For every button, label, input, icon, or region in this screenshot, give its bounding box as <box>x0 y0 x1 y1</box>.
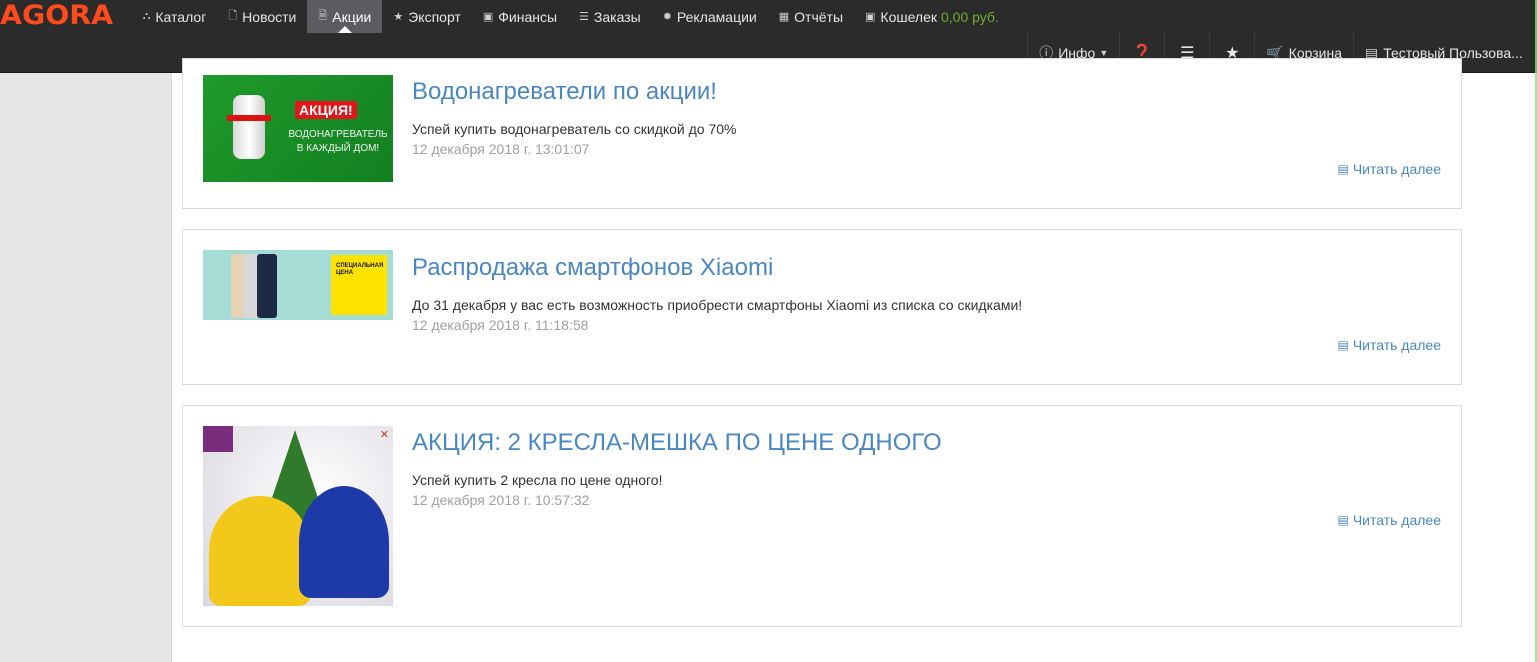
wallet-balance: 0,00 руб. <box>941 8 999 25</box>
blue-beanbag-graphic <box>299 486 389 598</box>
read-more-link[interactable]: ▤ Читать далее <box>1337 337 1441 353</box>
table-icon: ▦ <box>778 11 790 23</box>
list-icon: ☰ <box>579 11 589 23</box>
wallet-icon: ▣ <box>865 11 876 23</box>
money-icon: ▣ <box>482 11 494 23</box>
read-more-label: Читать далее <box>1352 512 1441 528</box>
logo[interactable]: AGORA <box>0 4 113 30</box>
nav-finance-label: Финансы <box>498 8 558 25</box>
promo-card: ✕ АКЦИЯ: 2 КРЕСЛА-МЕШКА ПО ЦЕНЕ ОДНОГО У… <box>182 405 1462 627</box>
main-menu: AGORA ⛬ Каталог 🗋 Новости 🗎 Акции ★ Эксп… <box>0 0 1010 33</box>
nav-export[interactable]: ★ Экспорт <box>382 0 471 33</box>
nav-catalog-label: Каталог <box>155 8 207 25</box>
list-alt-icon: ▤ <box>1337 162 1349 176</box>
caret-down-icon: ▼ <box>1099 48 1109 58</box>
promo-image[interactable]: ✕ <box>203 426 393 606</box>
nav-wallet-label: Кошелек <box>880 8 937 25</box>
close-icon: ✕ <box>379 429 389 441</box>
promo-image[interactable]: СПЕЦИАЛЬНАЯ ЦЕНА <box>203 250 393 320</box>
nav-reports[interactable]: ▦ Отчёты <box>768 0 854 33</box>
promo-badge: АКЦИЯ! <box>295 101 357 119</box>
nav-promotions-label: Акции <box>332 8 372 25</box>
promo-card: АКЦИЯ! ВОДОНАГРЕВАТЕЛЬ В КАЖДЫЙ ДОМ! Вод… <box>182 58 1462 209</box>
image-caption-line2: В КАЖДЫЙ ДОМ! <box>296 143 380 154</box>
nav-finance[interactable]: ▣ Финансы <box>472 0 568 33</box>
promo-date: 12 декабря 2018 г. 11:18:58 <box>412 317 589 333</box>
nav-orders-label: Заказы <box>593 8 641 25</box>
nav-promotions[interactable]: 🗎 Акции <box>307 0 383 33</box>
yellow-beanbag-graphic <box>209 496 311 606</box>
nav-catalog[interactable]: ⛬ Каталог <box>132 0 218 33</box>
nav-export-label: Экспорт <box>408 8 461 25</box>
phone-graphic <box>257 254 277 318</box>
read-more-link[interactable]: ▤ Читать далее <box>1337 512 1441 528</box>
nav-reports-label: Отчёты <box>794 8 844 25</box>
nav-wallet[interactable]: ▣ Кошелек 0,00 руб. <box>854 0 1010 33</box>
left-sidebar <box>0 73 172 662</box>
list-alt-icon: ▤ <box>1337 513 1349 527</box>
promo-date: 12 декабря 2018 г. 13:01:07 <box>412 141 590 157</box>
star-icon: ★ <box>393 11 404 23</box>
read-more-link[interactable]: ▤ Читать далее <box>1337 161 1441 177</box>
decoration-graphic <box>203 426 233 452</box>
nav-claims[interactable]: ✹ Рекламации <box>652 0 768 33</box>
special-price-graphic: СПЕЦИАЛЬНАЯ ЦЕНА <box>331 255 387 315</box>
nav-news[interactable]: 🗋 Новости <box>217 0 307 33</box>
ribbon-graphic <box>227 115 271 121</box>
promo-date: 12 декабря 2018 г. 10:57:32 <box>412 492 590 508</box>
sitemap-icon: ⛬ <box>142 10 151 22</box>
water-heater-graphic <box>233 95 265 159</box>
nav-news-label: Новости <box>242 8 297 25</box>
read-more-label: Читать далее <box>1352 161 1441 177</box>
promo-description: Успей купить водонагреватель со скидкой … <box>412 121 737 137</box>
image-caption-line1: СПЕЦИАЛЬНАЯ <box>336 263 384 269</box>
promo-card: СПЕЦИАЛЬНАЯ ЦЕНА Распродажа смартфонов X… <box>182 229 1462 385</box>
read-more-label: Читать далее <box>1352 337 1441 353</box>
promo-title[interactable]: Распродажа смартфонов Xiaomi <box>412 254 773 282</box>
list-alt-icon: ▤ <box>1337 338 1349 352</box>
promo-image[interactable]: АКЦИЯ! ВОДОНАГРЕВАТЕЛЬ В КАЖДЫЙ ДОМ! <box>203 75 393 182</box>
promo-description: До 31 декабря у вас есть возможность при… <box>412 297 1023 313</box>
file-icon: 🗋 <box>228 10 238 22</box>
nav-claims-label: Рекламации <box>676 8 757 25</box>
promo-title[interactable]: АКЦИЯ: 2 КРЕСЛА-МЕШКА ПО ЦЕНЕ ОДНОГО <box>412 429 942 457</box>
promo-title[interactable]: Водонагреватели по акции! <box>412 78 717 106</box>
image-caption-line2: ЦЕНА <box>336 270 354 276</box>
gear-icon: ✹ <box>662 11 672 23</box>
image-caption-line1: ВОДОНАГРЕВАТЕЛЬ <box>288 129 388 140</box>
promo-description: Успей купить 2 кресла по цене одного! <box>412 472 663 488</box>
nav-orders[interactable]: ☰ Заказы <box>568 0 652 33</box>
file-text-icon: 🗎 <box>318 10 328 22</box>
